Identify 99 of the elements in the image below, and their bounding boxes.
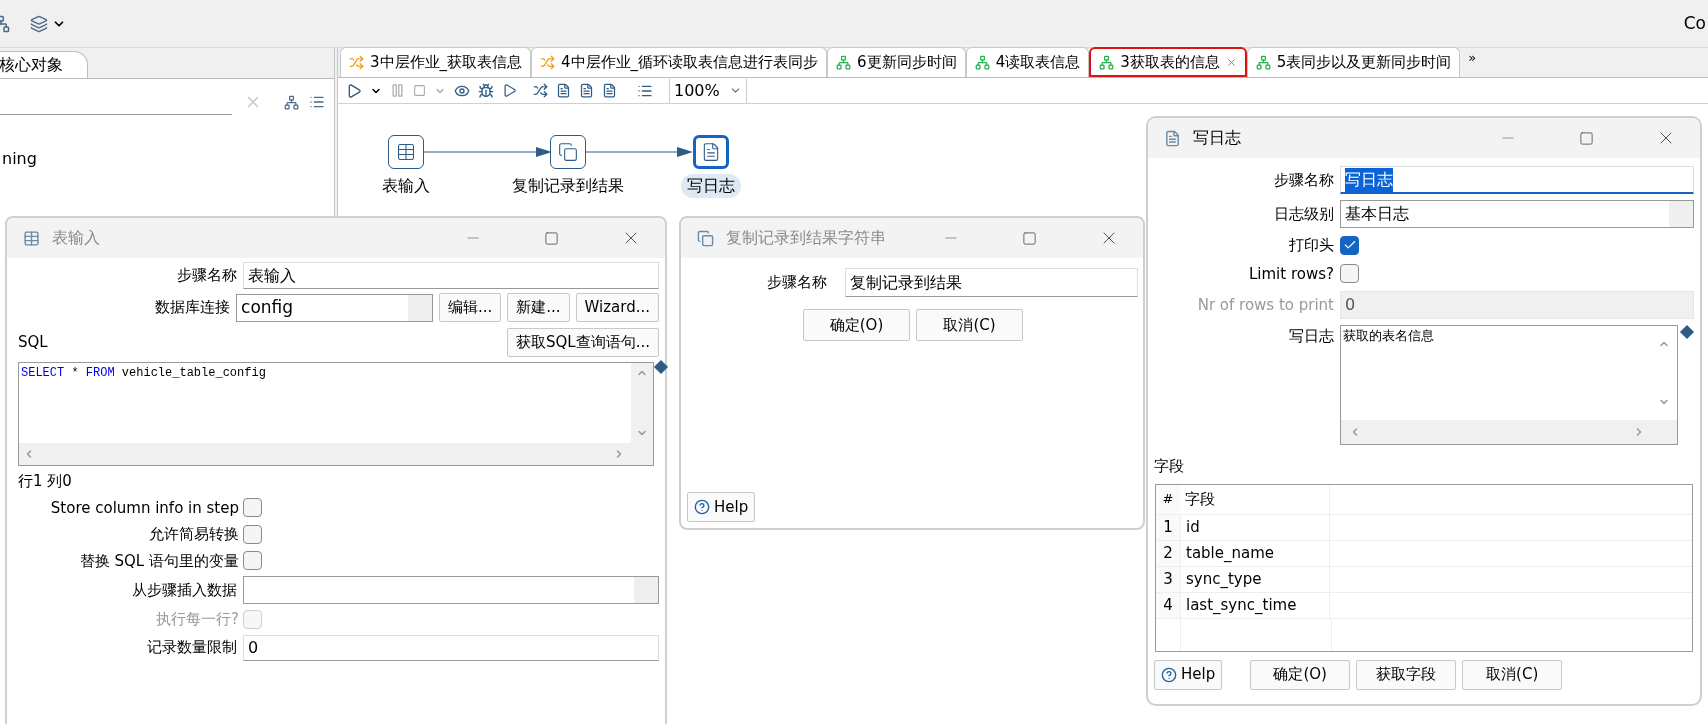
sql-code-line: SELECT * FROM vehicle_table_config: [20, 365, 267, 382]
column-header[interactable]: 字段: [1180, 484, 1330, 514]
field-label: Nr of rows to print: [1196, 294, 1334, 316]
perspective-label[interactable]: Co: [1683, 10, 1706, 37]
option-label: Limit rows?: [1248, 263, 1334, 285]
field-label: 步骤名称: [766, 272, 827, 294]
checkbox[interactable]: [1340, 235, 1359, 255]
help-button[interactable]: Help: [1154, 659, 1223, 690]
step-node[interactable]: [388, 135, 424, 169]
dialog-title: 表输入: [52, 227, 100, 249]
column-header[interactable]: #: [1156, 484, 1180, 514]
log-icon: [1164, 129, 1181, 147]
zoom-select[interactable]: 100%: [669, 78, 747, 103]
row-number: 2: [1156, 540, 1180, 566]
field-label: 写日志: [1288, 326, 1334, 347]
dialog-button[interactable]: 编辑...: [438, 293, 502, 322]
copy-icon: [697, 229, 714, 247]
table-icon: [23, 229, 40, 247]
dialog-button[interactable]: 获取字段: [1356, 659, 1457, 690]
dialog-button[interactable]: Wizard...: [575, 293, 659, 322]
step-label: 表输入: [381, 175, 431, 197]
debug-icon[interactable]: [478, 82, 494, 99]
step-name-field[interactable]: 写日志: [1340, 166, 1694, 194]
tree-icon[interactable]: [284, 94, 299, 110]
fields-label: 字段: [1154, 456, 1185, 477]
dialog-button[interactable]: 取消(C): [916, 309, 1023, 341]
row-number: 3: [1156, 566, 1180, 592]
option-label: Store column info in step: [49, 497, 239, 519]
transformation-icon: [836, 55, 852, 70]
step-name-field[interactable]: 复制记录到结果: [845, 268, 1138, 297]
checkbox[interactable]: [243, 551, 262, 571]
dialog-button[interactable]: 取消(C): [1462, 659, 1563, 690]
log-message-text: 获取的表名信息: [1342, 327, 1435, 345]
document-icon: [701, 142, 721, 162]
field-label: 数据库连接: [154, 297, 231, 319]
editor-tab[interactable]: 4读取表信息: [965, 47, 1090, 77]
checkbox[interactable]: [243, 498, 262, 518]
field-label: 日志级别: [1273, 203, 1334, 225]
log-level-dropdown[interactable]: 基本日志: [1340, 200, 1694, 228]
editor-tab[interactable]: 4中层作业_循环读取表信息进行表同步: [531, 47, 828, 77]
sql-label: SQL: [18, 331, 48, 353]
maximize-icon[interactable]: [1022, 230, 1037, 246]
help-icon: [694, 499, 710, 515]
sql-editor[interactable]: SELECT * FROM vehicle_table_config: [18, 362, 654, 466]
transformation-icon: [974, 55, 990, 70]
option-label: 执行每一行?: [155, 609, 239, 630]
insert-step-dropdown[interactable]: [243, 576, 659, 604]
field-label: 步骤名称: [176, 265, 237, 287]
option-label: 允许简易转换: [148, 524, 239, 545]
field-label: 记录数量限制: [146, 637, 237, 659]
list-icon[interactable]: [309, 94, 325, 110]
row-number: 4: [1156, 592, 1180, 618]
checkbox[interactable]: [243, 524, 262, 544]
step-node[interactable]: [693, 135, 729, 169]
help-button[interactable]: Help: [687, 492, 756, 522]
dialog-button[interactable]: 确定(O): [1250, 659, 1351, 690]
cursor-position: 行1 列0: [18, 471, 73, 492]
step-name-field[interactable]: 表输入: [243, 262, 659, 289]
dialog-button[interactable]: 获取SQL查询语句...: [507, 327, 659, 357]
layers-icon[interactable]: [30, 14, 48, 33]
table-cell: sync_type: [1180, 566, 1330, 592]
option-label: 替换 SQL 语句里的变量: [78, 550, 239, 572]
copy-icon: [558, 142, 578, 162]
step-label: 复制记录到结果: [511, 175, 625, 197]
editor-tab[interactable]: 3获取表的信息: [1089, 47, 1247, 77]
connection-dropdown[interactable]: config: [236, 293, 433, 322]
transformation-icon: [1099, 54, 1115, 70]
table-icon: [396, 142, 416, 162]
maximize-icon[interactable]: [544, 230, 559, 246]
transformation-icon: [1255, 55, 1271, 70]
field-label: 步骤名称: [1273, 169, 1334, 191]
dialog-button[interactable]: 新建...: [507, 293, 570, 322]
dialog-button[interactable]: 确定(O): [803, 309, 910, 341]
editor-tab[interactable]: 6更新同步时间: [827, 47, 966, 77]
step-node[interactable]: [550, 135, 586, 169]
editor-tab[interactable]: 3中层作业_获取表信息: [340, 47, 532, 77]
step-label: 写日志: [681, 174, 741, 198]
table-cell: last_sync_time: [1180, 592, 1330, 618]
table-cell: table_name: [1180, 540, 1330, 566]
job-icon: [349, 55, 364, 70]
run-icon[interactable]: [346, 82, 362, 99]
limit-field[interactable]: 0: [243, 634, 659, 661]
pause-icon[interactable]: [390, 83, 405, 98]
dialog-title: 写日志: [1193, 127, 1241, 149]
option-label: 打印头: [1288, 235, 1334, 256]
help-icon: [1161, 666, 1177, 683]
table-cell: id: [1180, 514, 1330, 540]
checkbox[interactable]: [1340, 264, 1359, 284]
field-label: 从步骤插入数据: [131, 579, 237, 601]
tree-item[interactable]: ning: [2, 147, 37, 171]
more-tabs-button[interactable]: »: [1468, 48, 1477, 68]
stop-icon[interactable]: [413, 84, 426, 97]
maximize-icon[interactable]: [1579, 130, 1594, 146]
close-icon[interactable]: [1225, 56, 1237, 68]
dialog-title: 复制记录到结果字符串: [726, 227, 886, 249]
log-message-editor[interactable]: 获取的表名信息: [1340, 325, 1678, 445]
editor-tab[interactable]: 5表同步以及更新同步时间: [1246, 47, 1461, 77]
row-number: 1: [1156, 514, 1180, 540]
job-icon: [540, 55, 556, 70]
